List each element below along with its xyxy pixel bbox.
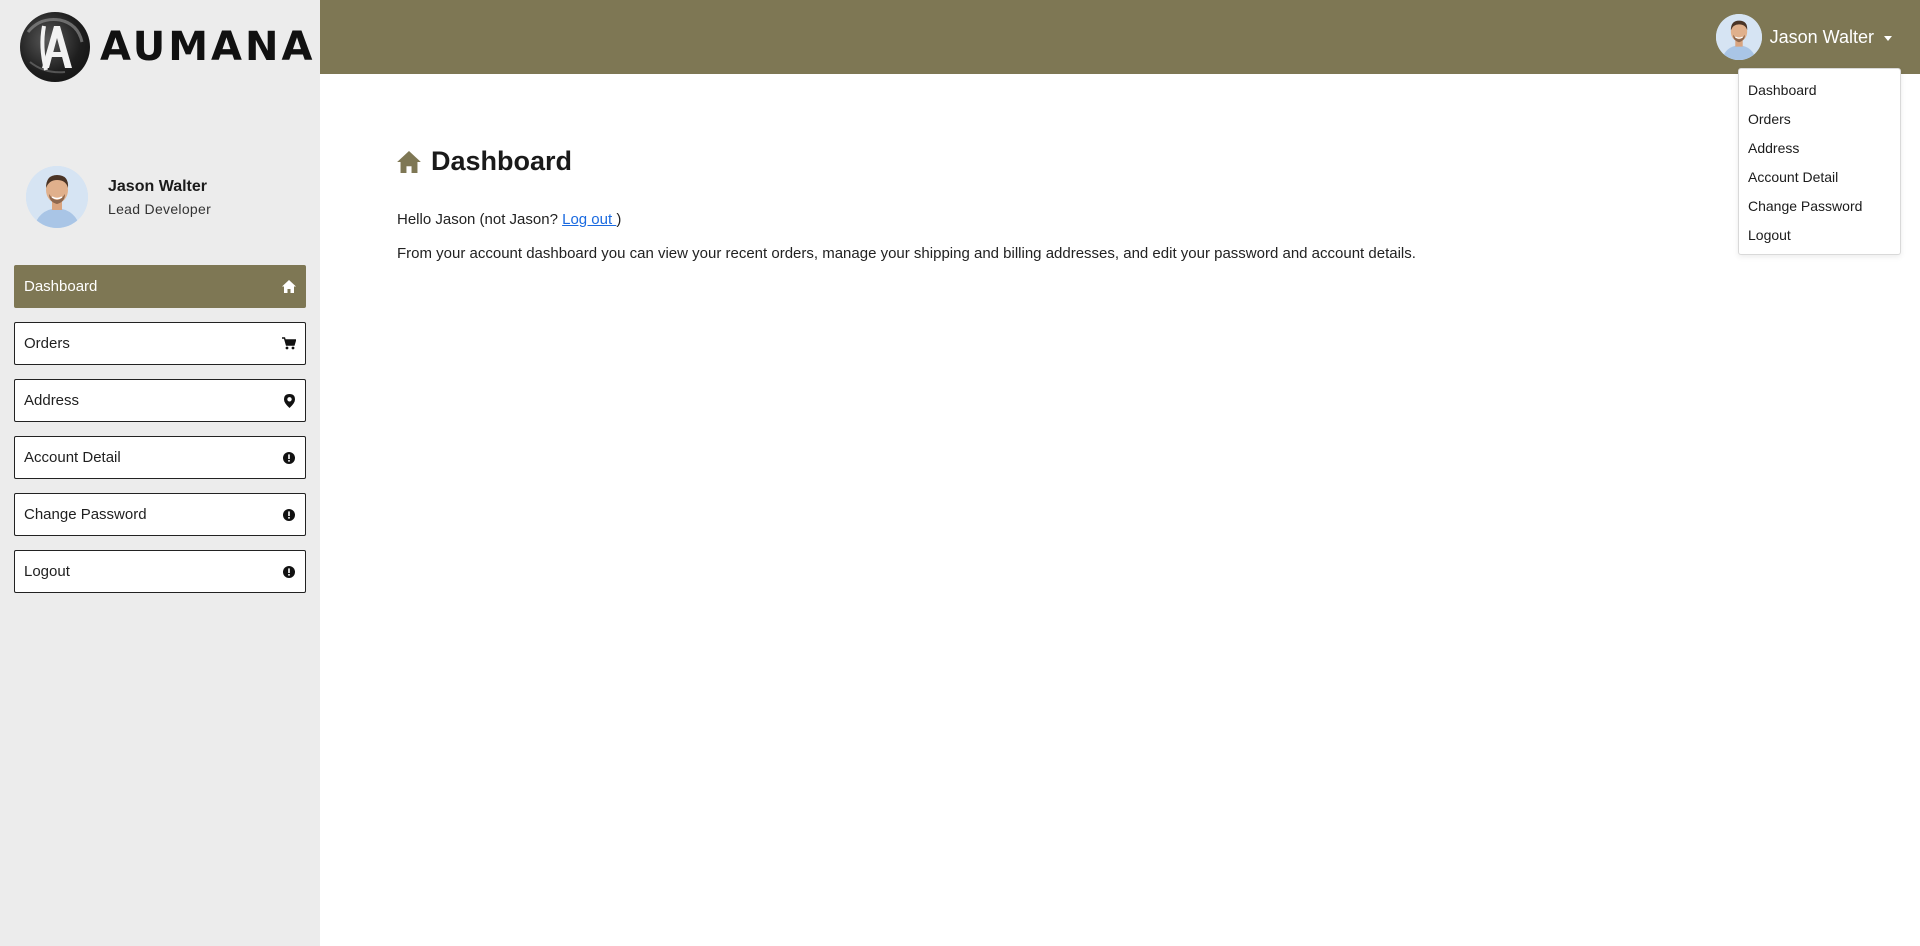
avatar (1715, 14, 1762, 60)
home-icon (282, 280, 296, 294)
profile-name: Jason Walter (108, 177, 207, 195)
brand-name: AUMANA (100, 24, 316, 70)
sidebar-item-orders[interactable]: Orders (14, 322, 306, 365)
info-icon (282, 565, 296, 579)
dropdown-item-orders[interactable]: Orders (1739, 110, 1900, 139)
page-title: Dashboard (397, 146, 1797, 177)
main-content: Dashboard Hello Jason (not Jason? Log ou… (397, 146, 1797, 262)
home-icon (397, 150, 421, 173)
map-pin-icon (282, 393, 296, 408)
user-menu-name: Jason Walter (1769, 26, 1874, 47)
cart-icon (282, 337, 296, 351)
sidebar-item-address[interactable]: Address (14, 379, 306, 422)
sidebar-item-label: Account Detail (24, 449, 121, 466)
profile-role: Lead Developer (108, 200, 212, 217)
user-menu-toggle[interactable]: Jason Walter (1715, 14, 1892, 60)
sidebar-item-change-password[interactable]: Change Password (14, 493, 306, 536)
top-bar: Jason Walter (320, 0, 1920, 74)
brand-logo-icon (20, 12, 90, 82)
sidebar-item-account-detail[interactable]: Account Detail (14, 436, 306, 479)
info-icon (282, 508, 296, 522)
user-profile: Jason Walter Lead Developer (26, 166, 211, 228)
sidebar-item-label: Dashboard (24, 278, 98, 295)
info-icon (282, 451, 296, 465)
caret-down-icon (1884, 35, 1892, 41)
dashboard-description: From your account dashboard you can view… (397, 245, 1416, 262)
sidebar-item-label: Orders (24, 335, 70, 352)
sidebar-item-dashboard[interactable]: Dashboard (14, 265, 306, 308)
sidebar-item-logout[interactable]: Logout (14, 550, 306, 593)
sidebar-nav: Dashboard Orders Address Account Detail … (14, 265, 306, 607)
page-title-text: Dashboard (431, 146, 573, 176)
sidebar-item-label: Change Password (24, 506, 147, 523)
greeting-text: Hello Jason (not Jason? Log out ) (397, 211, 1797, 228)
greeting-suffix: ) (616, 211, 622, 228)
dropdown-item-dashboard[interactable]: Dashboard (1739, 81, 1900, 110)
sidebar-item-label: Logout (24, 563, 70, 580)
greeting-prefix: Hello Jason (not Jason? (397, 211, 563, 228)
logout-link[interactable]: Log out (562, 211, 616, 228)
avatar (26, 166, 88, 228)
brand[interactable]: AUMANA (20, 12, 315, 82)
sidebar: AUMANA Jason Walter Lead Developer Dashb… (0, 0, 320, 946)
sidebar-item-label: Address (24, 392, 80, 409)
